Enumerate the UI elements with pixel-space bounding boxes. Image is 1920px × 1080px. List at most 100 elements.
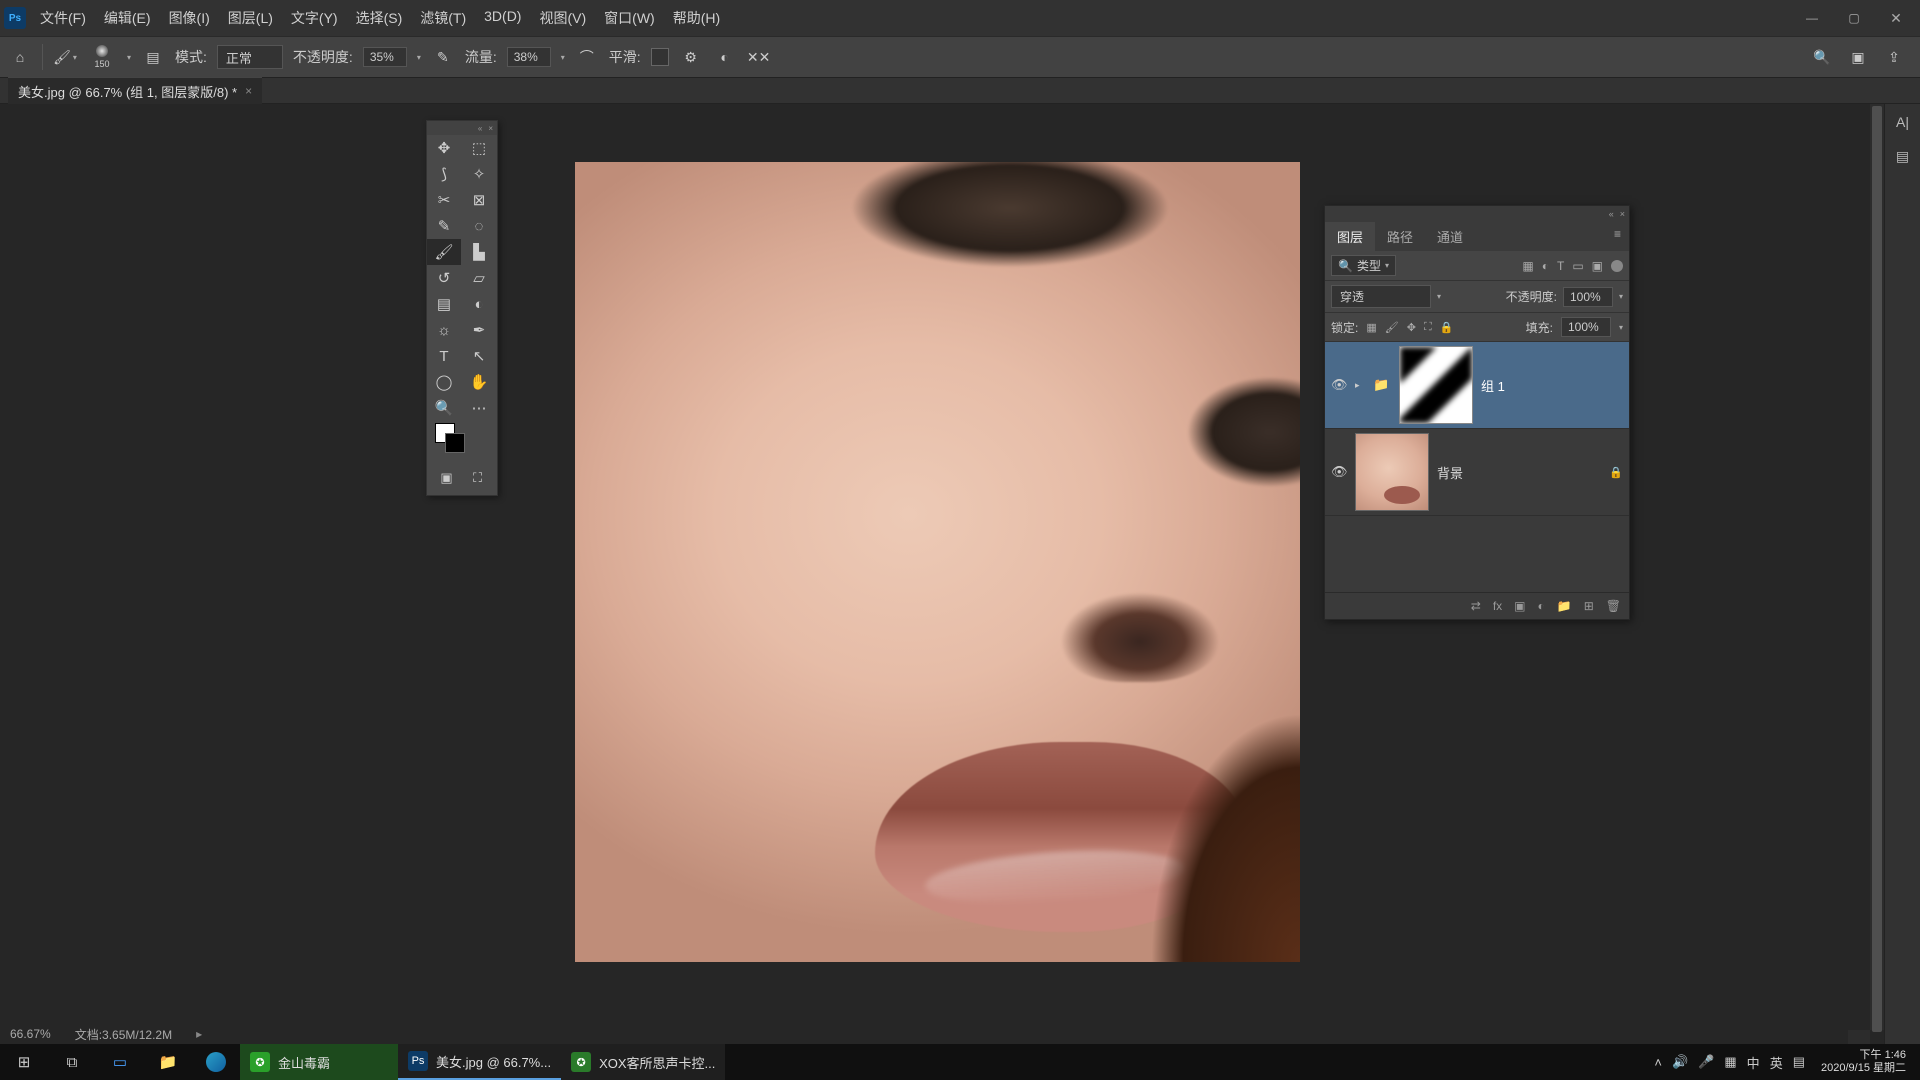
tray-app-icon[interactable]: ▦ xyxy=(1724,1054,1736,1070)
layer-mask-icon[interactable]: ▣ xyxy=(1514,599,1525,613)
menu-layer[interactable]: 图层(L) xyxy=(226,4,275,32)
filter-smart-icon[interactable]: ▣ xyxy=(1592,259,1603,273)
chevron-down-icon[interactable]: ▾ xyxy=(127,53,131,62)
close-button[interactable]: ✕ xyxy=(1876,7,1916,29)
blur-tool[interactable]: ◐ xyxy=(462,291,496,317)
collapse-icon[interactable]: « xyxy=(1609,209,1614,219)
mode-select[interactable]: 正常 xyxy=(217,45,283,69)
adjustment-layer-icon[interactable]: ◐ xyxy=(1538,599,1545,613)
mic-icon[interactable]: 🎤 xyxy=(1698,1054,1714,1070)
marquee-tool[interactable]: ⬚ xyxy=(462,135,496,161)
app-icon[interactable] xyxy=(192,1044,240,1080)
layer-row-group[interactable]: 👁 ▸ 📁 组 1 xyxy=(1325,342,1629,429)
taskbar-clock[interactable]: 下午 1:46 2020/9/15 星期二 xyxy=(1815,1049,1912,1074)
close-icon[interactable]: × xyxy=(488,124,493,133)
folder-icon[interactable]: 📁 xyxy=(144,1044,192,1080)
frame-tool[interactable]: ⊠ xyxy=(462,187,496,213)
link-layers-icon[interactable]: ⇄ xyxy=(1471,599,1481,613)
ime-icon[interactable]: 中 xyxy=(1747,1053,1760,1072)
visibility-icon[interactable]: 👁 xyxy=(1331,464,1347,480)
visibility-icon[interactable]: 👁 xyxy=(1331,377,1347,393)
stamp-tool[interactable]: ▙ xyxy=(462,239,496,265)
lock-position-icon[interactable]: ✥ xyxy=(1407,321,1416,334)
vertical-scrollbar[interactable] xyxy=(1870,104,1884,1030)
minimize-button[interactable]: — xyxy=(1792,7,1832,29)
pressure-opacity-icon[interactable]: ✎ xyxy=(431,45,455,69)
taskbar-app-photoshop[interactable]: Ps 美女.jpg @ 66.7%... xyxy=(398,1044,561,1080)
pen-tool[interactable]: ✒ xyxy=(462,317,496,343)
eyedropper-tool[interactable]: ✎ xyxy=(427,213,461,239)
menu-help[interactable]: 帮助(H) xyxy=(671,4,722,32)
brush-preset-button[interactable]: 150 xyxy=(87,43,117,71)
path-select-tool[interactable]: ↖ xyxy=(462,343,496,369)
layer-opacity-input[interactable]: 100% xyxy=(1563,287,1613,307)
filter-shape-icon[interactable]: ▭ xyxy=(1572,259,1583,273)
crop-tool[interactable]: ✂ xyxy=(427,187,461,213)
new-group-icon[interactable]: 📁 xyxy=(1557,599,1572,613)
delete-layer-icon[interactable]: 🗑 xyxy=(1606,599,1621,613)
gradient-tool[interactable]: ▤ xyxy=(427,291,461,317)
menu-view[interactable]: 视图(V) xyxy=(537,4,588,32)
layer-mask-thumb[interactable] xyxy=(1399,346,1473,424)
menu-window[interactable]: 窗口(W) xyxy=(602,4,657,32)
filter-kind-select[interactable]: 🔍 类型 ▾ xyxy=(1331,255,1396,276)
doc-size[interactable]: 文档:3.65M/12.2M xyxy=(75,1026,172,1043)
tool-preset-button[interactable]: 🖌▾ xyxy=(53,45,77,69)
shape-tool[interactable]: ◯ xyxy=(427,369,461,395)
filter-pixel-icon[interactable]: ▦ xyxy=(1522,259,1533,273)
lock-artboard-icon[interactable]: ⛶ xyxy=(1424,321,1432,334)
task-view-button[interactable]: ⧉ xyxy=(48,1044,96,1080)
quick-mask-icon[interactable]: ▣ xyxy=(434,467,460,489)
tab-layers[interactable]: 图层 xyxy=(1325,222,1375,251)
lasso-tool[interactable]: ⟆ xyxy=(427,161,461,187)
gear-icon[interactable]: ⚙ xyxy=(679,45,703,69)
menu-type[interactable]: 文字(Y) xyxy=(289,4,340,32)
menu-file[interactable]: 文件(F) xyxy=(38,4,88,32)
zoom-level[interactable]: 66.67% xyxy=(10,1027,51,1041)
volume-icon[interactable]: 🔊 xyxy=(1672,1054,1688,1070)
blend-mode-select[interactable]: 穿透 xyxy=(1331,285,1431,308)
character-panel-icon[interactable]: A| xyxy=(1891,110,1915,134)
menu-3d[interactable]: 3D(D) xyxy=(482,4,523,32)
screen-mode-icon[interactable]: ⛶ xyxy=(465,467,491,489)
layers-panel[interactable]: « × 图层 路径 通道 ≡ 🔍 类型 ▾ ▦ ◐ T ▭ ▣ 穿透 ▾ 不透明… xyxy=(1324,205,1630,620)
smooth-value[interactable] xyxy=(651,48,669,66)
start-button[interactable]: ⊞ xyxy=(0,1044,48,1080)
canvas[interactable] xyxy=(575,162,1300,962)
eraser-tool[interactable]: ▱ xyxy=(462,265,496,291)
brush-panel-icon[interactable]: ▤ xyxy=(141,45,165,69)
hand-tool[interactable]: ✋ xyxy=(462,369,496,395)
screen-mode-icon[interactable]: ▣ xyxy=(1846,45,1870,69)
more-tool[interactable]: ⋯ xyxy=(462,395,496,421)
notifications-icon[interactable]: ▤ xyxy=(1793,1054,1805,1070)
chevron-down-icon[interactable]: ▾ xyxy=(1619,323,1623,332)
layer-name[interactable]: 组 1 xyxy=(1481,376,1505,395)
type-tool[interactable]: T xyxy=(427,343,461,369)
search-icon[interactable]: 🔍 xyxy=(1810,45,1834,69)
menu-filter[interactable]: 滤镜(T) xyxy=(418,4,468,32)
share-icon[interactable]: ⇪ xyxy=(1882,45,1906,69)
tab-channels[interactable]: 通道 xyxy=(1425,222,1475,251)
fill-input[interactable]: 100% xyxy=(1561,317,1611,337)
layer-thumb[interactable] xyxy=(1355,433,1429,511)
status-caret-icon[interactable]: ▸ xyxy=(196,1027,202,1041)
taskbar-app-xox[interactable]: ✪ XOX客所思声卡控... xyxy=(561,1044,725,1080)
zoom-tool[interactable]: 🔍 xyxy=(427,395,461,421)
collapse-icon[interactable]: « xyxy=(478,124,482,133)
file-explorer-icon[interactable]: ▭ xyxy=(96,1044,144,1080)
lock-transparency-icon[interactable]: ▦ xyxy=(1366,321,1376,334)
layer-style-icon[interactable]: fx xyxy=(1493,599,1502,613)
ime-icon[interactable]: 英 xyxy=(1770,1053,1783,1072)
opacity-input[interactable]: 35% xyxy=(363,47,407,67)
lock-all-icon[interactable]: 🔒 xyxy=(1440,321,1454,334)
scrollbar-thumb[interactable] xyxy=(1872,106,1882,1032)
taskbar-app-jinshan[interactable]: ✪ 金山毒霸 xyxy=(240,1044,398,1080)
chevron-down-icon[interactable]: ▾ xyxy=(1619,292,1623,301)
symmetry-icon[interactable]: ✕✕ xyxy=(747,45,771,69)
tab-paths[interactable]: 路径 xyxy=(1375,222,1425,251)
document-tab[interactable]: 美女.jpg @ 66.7% (组 1, 图层蒙版/8) * × xyxy=(8,77,262,105)
layer-name[interactable]: 背景 xyxy=(1437,463,1463,482)
history-brush-tool[interactable]: ↺ xyxy=(427,265,461,291)
chevron-down-icon[interactable]: ▾ xyxy=(417,53,421,62)
menu-image[interactable]: 图像(I) xyxy=(167,4,212,32)
